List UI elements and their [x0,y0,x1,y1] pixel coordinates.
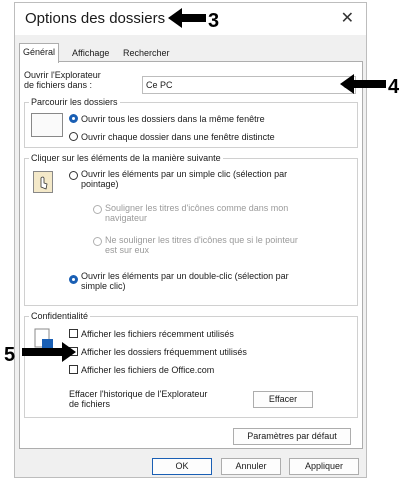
annotation-3: 3 [168,6,228,36]
browse-folders-group: Parcourir les dossiers Ouvrir tous les d… [24,97,358,148]
radio-underline-hover[interactable] [93,237,102,246]
tab-general[interactable]: Général [19,43,60,63]
arrow-left-icon [168,8,206,28]
radio-new-window[interactable] [69,132,78,141]
office-files-label: Afficher les fichiers de Office.com [81,365,215,375]
clear-history-label-line1: Effacer l'historique de l'Explorateur [69,389,208,399]
click-items-group: Cliquer sur les éléments de la manière s… [24,153,358,306]
single-click-label-line2: pointage) [81,179,119,189]
restore-defaults-button[interactable]: Paramètres par défaut [233,428,351,445]
window-illustration-icon [31,113,63,137]
annotation-3-label: 3 [208,10,220,32]
explorer-location-select[interactable]: Ce PC ⌄ [142,76,356,94]
new-window-label: Ouvrir chaque dossier dans une fenêtre d… [81,132,275,142]
close-icon[interactable]: ✕ [341,8,354,28]
clear-history-label-line2: de fichiers [69,399,111,409]
annotation-5-label: 5 [4,344,16,366]
double-click-label-line1: Ouvrir les éléments par un double-clic (… [81,271,289,281]
underline-always-line1: Souligner les titres d'icônes comme dans… [105,203,289,213]
annotation-4: 4 [340,72,409,102]
ok-button[interactable]: OK [152,458,212,475]
privacy-legend: Confidentialité [29,311,91,321]
browse-folders-legend: Parcourir les dossiers [29,97,120,107]
click-items-legend: Cliquer sur les éléments de la manière s… [29,153,223,163]
folder-options-dialog: Options des dossiers ✕ Général Affichage… [14,2,367,478]
apply-button[interactable]: Appliquer [289,458,359,475]
radio-underline-always[interactable] [93,205,102,214]
radio-double-click[interactable] [69,275,78,284]
double-click-label-line2: simple clic) [81,281,126,291]
dialog-title: Options des dossiers [25,10,166,27]
clear-history-button[interactable]: Effacer [253,391,313,408]
tab-search[interactable]: Rechercher [120,45,173,61]
explorer-location-value: Ce PC [146,80,173,90]
tab-display[interactable]: Affichage [69,45,112,61]
explorer-label-line1: Ouvrir l'Explorateur [24,70,101,80]
annotation-5: 5 [4,340,80,370]
frequent-folders-label: Afficher les dossiers fréquemment utilis… [81,347,247,357]
radio-single-click[interactable] [69,171,78,180]
single-click-label-line1: Ouvrir les éléments par un simple clic (… [81,169,288,179]
same-window-label: Ouvrir tous les dossiers dans la même fe… [81,114,265,124]
explorer-label-line2: de fichiers dans : [24,80,93,90]
underline-always-line2: navigateur [105,213,148,223]
recent-files-label: Afficher les fichiers récemment utilisés [81,329,234,339]
general-panel: Ouvrir l'Explorateur de fichiers dans : … [19,61,363,449]
arrow-right-icon [22,342,76,362]
underline-hover-line2: est sur eux [105,245,150,255]
checkbox-recent-files[interactable] [69,329,78,338]
radio-same-window[interactable] [69,114,78,123]
arrow-left-icon [340,74,386,94]
cancel-button[interactable]: Annuler [221,458,281,475]
underline-hover-line1: Ne souligner les titres d'icônes que si … [105,235,298,245]
annotation-4-label: 4 [388,76,400,98]
pointer-hand-icon [33,171,53,193]
